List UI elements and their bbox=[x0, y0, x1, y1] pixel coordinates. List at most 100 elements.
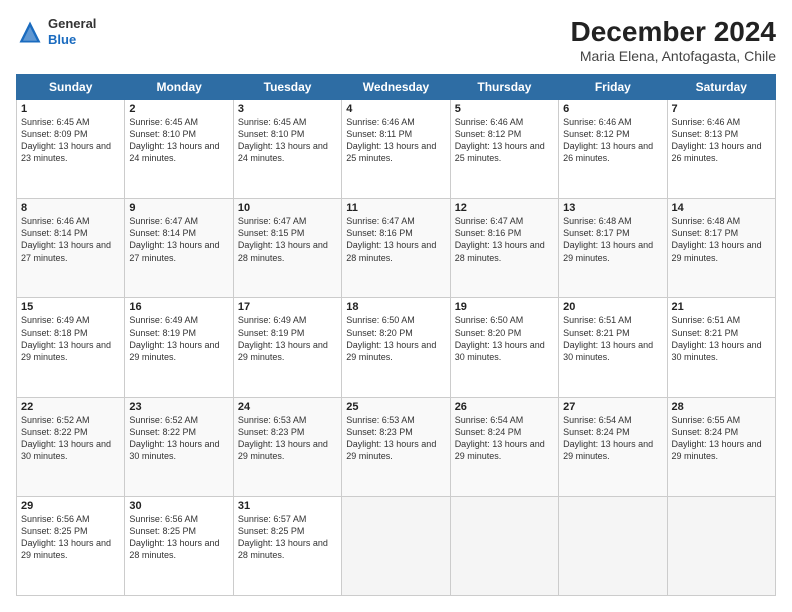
day-info: Sunrise: 6:51 AMSunset: 8:21 PMDaylight:… bbox=[672, 314, 771, 363]
day-info: Sunrise: 6:47 AMSunset: 8:15 PMDaylight:… bbox=[238, 215, 337, 264]
calendar-cell: 18Sunrise: 6:50 AMSunset: 8:20 PMDayligh… bbox=[342, 298, 450, 397]
calendar-cell: 15Sunrise: 6:49 AMSunset: 8:18 PMDayligh… bbox=[17, 298, 125, 397]
day-info: Sunrise: 6:50 AMSunset: 8:20 PMDaylight:… bbox=[455, 314, 554, 363]
day-number: 9 bbox=[129, 202, 228, 214]
day-info: Sunrise: 6:47 AMSunset: 8:16 PMDaylight:… bbox=[455, 215, 554, 264]
calendar-cell: 2Sunrise: 6:45 AMSunset: 8:10 PMDaylight… bbox=[125, 100, 233, 199]
day-number: 28 bbox=[672, 401, 771, 413]
day-number: 8 bbox=[21, 202, 120, 214]
day-number: 21 bbox=[672, 301, 771, 313]
day-info: Sunrise: 6:50 AMSunset: 8:20 PMDaylight:… bbox=[346, 314, 445, 363]
calendar-table: SundayMondayTuesdayWednesdayThursdayFrid… bbox=[16, 74, 776, 596]
calendar-cell: 27Sunrise: 6:54 AMSunset: 8:24 PMDayligh… bbox=[559, 397, 667, 496]
calendar-cell: 30Sunrise: 6:56 AMSunset: 8:25 PMDayligh… bbox=[125, 496, 233, 595]
day-info: Sunrise: 6:53 AMSunset: 8:23 PMDaylight:… bbox=[238, 414, 337, 463]
title-area: December 2024 Maria Elena, Antofagasta, … bbox=[571, 16, 776, 64]
day-number: 5 bbox=[455, 103, 554, 115]
day-info: Sunrise: 6:51 AMSunset: 8:21 PMDaylight:… bbox=[563, 314, 662, 363]
day-number: 22 bbox=[21, 401, 120, 413]
calendar-subtitle: Maria Elena, Antofagasta, Chile bbox=[571, 48, 776, 64]
calendar-cell: 12Sunrise: 6:47 AMSunset: 8:16 PMDayligh… bbox=[450, 199, 558, 298]
calendar-cell: 10Sunrise: 6:47 AMSunset: 8:15 PMDayligh… bbox=[233, 199, 341, 298]
calendar-cell: 9Sunrise: 6:47 AMSunset: 8:14 PMDaylight… bbox=[125, 199, 233, 298]
calendar-cell: 16Sunrise: 6:49 AMSunset: 8:19 PMDayligh… bbox=[125, 298, 233, 397]
day-info: Sunrise: 6:52 AMSunset: 8:22 PMDaylight:… bbox=[129, 414, 228, 463]
day-number: 6 bbox=[563, 103, 662, 115]
day-info: Sunrise: 6:56 AMSunset: 8:25 PMDaylight:… bbox=[21, 513, 120, 562]
page: General Blue December 2024 Maria Elena, … bbox=[0, 0, 792, 612]
calendar-cell: 26Sunrise: 6:54 AMSunset: 8:24 PMDayligh… bbox=[450, 397, 558, 496]
day-info: Sunrise: 6:57 AMSunset: 8:25 PMDaylight:… bbox=[238, 513, 337, 562]
calendar-cell: 3Sunrise: 6:45 AMSunset: 8:10 PMDaylight… bbox=[233, 100, 341, 199]
day-number: 29 bbox=[21, 500, 120, 512]
day-info: Sunrise: 6:48 AMSunset: 8:17 PMDaylight:… bbox=[563, 215, 662, 264]
day-info: Sunrise: 6:47 AMSunset: 8:14 PMDaylight:… bbox=[129, 215, 228, 264]
calendar-cell bbox=[450, 496, 558, 595]
day-number: 18 bbox=[346, 301, 445, 313]
day-number: 19 bbox=[455, 301, 554, 313]
day-number: 15 bbox=[21, 301, 120, 313]
day-number: 1 bbox=[21, 103, 120, 115]
day-info: Sunrise: 6:54 AMSunset: 8:24 PMDaylight:… bbox=[563, 414, 662, 463]
calendar-cell: 13Sunrise: 6:48 AMSunset: 8:17 PMDayligh… bbox=[559, 199, 667, 298]
day-number: 3 bbox=[238, 103, 337, 115]
day-info: Sunrise: 6:46 AMSunset: 8:12 PMDaylight:… bbox=[563, 116, 662, 165]
day-info: Sunrise: 6:48 AMSunset: 8:17 PMDaylight:… bbox=[672, 215, 771, 264]
calendar-cell: 17Sunrise: 6:49 AMSunset: 8:19 PMDayligh… bbox=[233, 298, 341, 397]
weekday-header: Saturday bbox=[667, 75, 775, 100]
calendar-cell: 24Sunrise: 6:53 AMSunset: 8:23 PMDayligh… bbox=[233, 397, 341, 496]
calendar-cell: 31Sunrise: 6:57 AMSunset: 8:25 PMDayligh… bbox=[233, 496, 341, 595]
day-info: Sunrise: 6:49 AMSunset: 8:19 PMDaylight:… bbox=[238, 314, 337, 363]
day-number: 20 bbox=[563, 301, 662, 313]
weekday-header: Tuesday bbox=[233, 75, 341, 100]
calendar-cell bbox=[342, 496, 450, 595]
day-number: 16 bbox=[129, 301, 228, 313]
day-info: Sunrise: 6:45 AMSunset: 8:10 PMDaylight:… bbox=[129, 116, 228, 165]
day-number: 26 bbox=[455, 401, 554, 413]
logo-text: General Blue bbox=[48, 16, 96, 47]
day-number: 23 bbox=[129, 401, 228, 413]
calendar-cell: 28Sunrise: 6:55 AMSunset: 8:24 PMDayligh… bbox=[667, 397, 775, 496]
weekday-header: Friday bbox=[559, 75, 667, 100]
calendar-cell: 20Sunrise: 6:51 AMSunset: 8:21 PMDayligh… bbox=[559, 298, 667, 397]
day-number: 14 bbox=[672, 202, 771, 214]
calendar-cell: 6Sunrise: 6:46 AMSunset: 8:12 PMDaylight… bbox=[559, 100, 667, 199]
day-info: Sunrise: 6:46 AMSunset: 8:13 PMDaylight:… bbox=[672, 116, 771, 165]
calendar-cell: 23Sunrise: 6:52 AMSunset: 8:22 PMDayligh… bbox=[125, 397, 233, 496]
day-info: Sunrise: 6:52 AMSunset: 8:22 PMDaylight:… bbox=[21, 414, 120, 463]
calendar-cell bbox=[559, 496, 667, 595]
day-number: 10 bbox=[238, 202, 337, 214]
day-info: Sunrise: 6:45 AMSunset: 8:10 PMDaylight:… bbox=[238, 116, 337, 165]
calendar-cell: 7Sunrise: 6:46 AMSunset: 8:13 PMDaylight… bbox=[667, 100, 775, 199]
day-number: 11 bbox=[346, 202, 445, 214]
calendar-cell: 5Sunrise: 6:46 AMSunset: 8:12 PMDaylight… bbox=[450, 100, 558, 199]
day-number: 7 bbox=[672, 103, 771, 115]
day-info: Sunrise: 6:55 AMSunset: 8:24 PMDaylight:… bbox=[672, 414, 771, 463]
logo: General Blue bbox=[16, 16, 96, 47]
calendar-cell: 8Sunrise: 6:46 AMSunset: 8:14 PMDaylight… bbox=[17, 199, 125, 298]
day-info: Sunrise: 6:46 AMSunset: 8:11 PMDaylight:… bbox=[346, 116, 445, 165]
day-number: 13 bbox=[563, 202, 662, 214]
calendar-cell: 14Sunrise: 6:48 AMSunset: 8:17 PMDayligh… bbox=[667, 199, 775, 298]
day-info: Sunrise: 6:45 AMSunset: 8:09 PMDaylight:… bbox=[21, 116, 120, 165]
day-info: Sunrise: 6:47 AMSunset: 8:16 PMDaylight:… bbox=[346, 215, 445, 264]
calendar-cell: 22Sunrise: 6:52 AMSunset: 8:22 PMDayligh… bbox=[17, 397, 125, 496]
weekday-header: Monday bbox=[125, 75, 233, 100]
calendar-cell: 29Sunrise: 6:56 AMSunset: 8:25 PMDayligh… bbox=[17, 496, 125, 595]
calendar-title: December 2024 bbox=[571, 16, 776, 48]
day-info: Sunrise: 6:49 AMSunset: 8:18 PMDaylight:… bbox=[21, 314, 120, 363]
weekday-header: Thursday bbox=[450, 75, 558, 100]
day-info: Sunrise: 6:54 AMSunset: 8:24 PMDaylight:… bbox=[455, 414, 554, 463]
calendar-cell: 25Sunrise: 6:53 AMSunset: 8:23 PMDayligh… bbox=[342, 397, 450, 496]
weekday-header: Wednesday bbox=[342, 75, 450, 100]
calendar-cell: 11Sunrise: 6:47 AMSunset: 8:16 PMDayligh… bbox=[342, 199, 450, 298]
logo-icon bbox=[16, 18, 44, 46]
day-number: 17 bbox=[238, 301, 337, 313]
calendar-cell: 21Sunrise: 6:51 AMSunset: 8:21 PMDayligh… bbox=[667, 298, 775, 397]
logo-general-text: General bbox=[48, 16, 96, 32]
day-number: 2 bbox=[129, 103, 228, 115]
calendar-cell: 19Sunrise: 6:50 AMSunset: 8:20 PMDayligh… bbox=[450, 298, 558, 397]
day-number: 12 bbox=[455, 202, 554, 214]
day-number: 30 bbox=[129, 500, 228, 512]
day-number: 24 bbox=[238, 401, 337, 413]
